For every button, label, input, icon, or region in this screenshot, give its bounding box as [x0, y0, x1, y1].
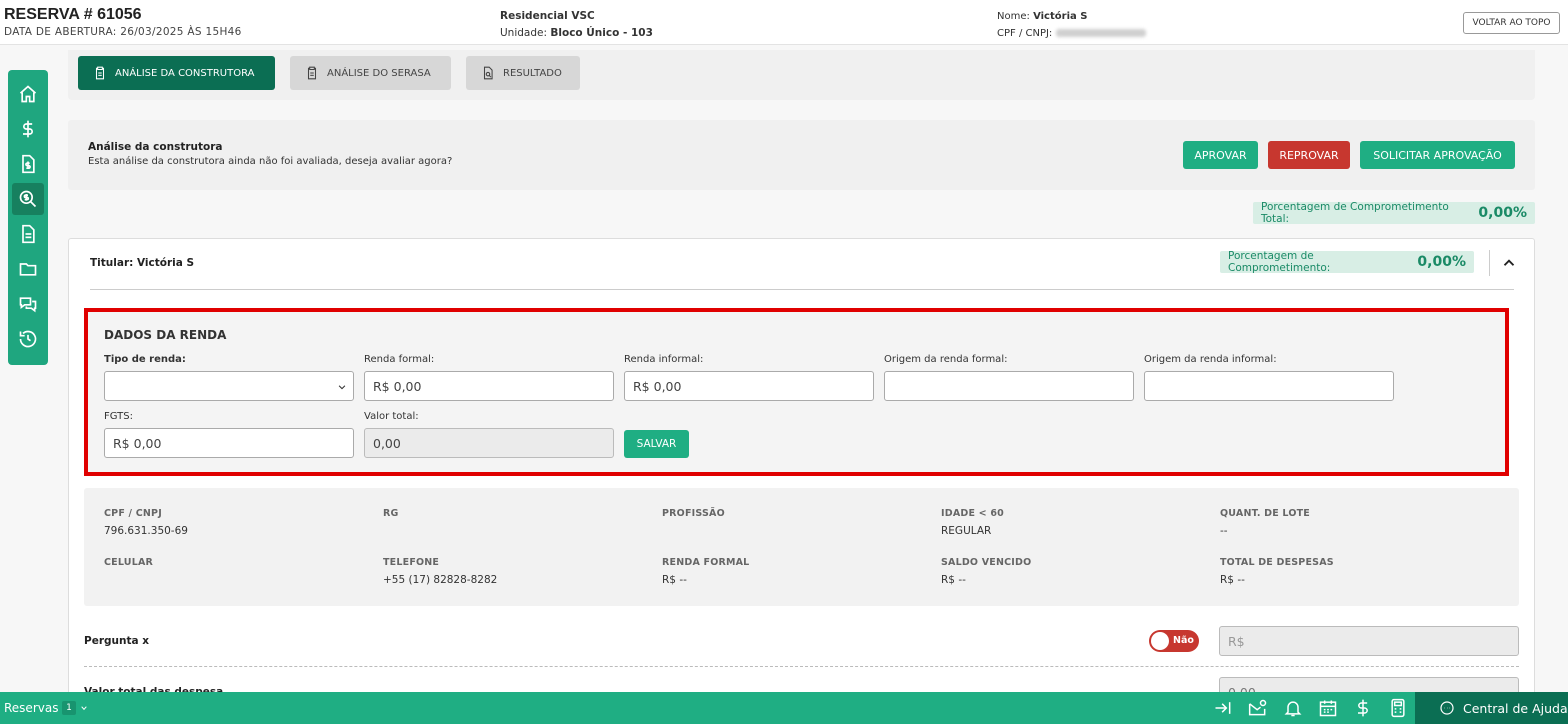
formal-income-input[interactable]: R$ 0,00 [364, 371, 614, 401]
lot-quantity-label: QUANT. DE LOTE [1220, 508, 1310, 519]
formal-income-info-label: RENDA FORMAL [662, 557, 750, 568]
rg-label: RG [383, 508, 399, 519]
request-approval-button[interactable]: SOLICITAR APROVAÇÃO [1360, 141, 1515, 169]
analysis-title: Análise da construtora [88, 141, 223, 153]
empreendimento-name: Residencial VSC [500, 10, 595, 22]
age-label: IDADE < 60 [941, 508, 1004, 519]
chat-bubble-icon [1440, 701, 1454, 715]
document-search-icon [483, 66, 493, 80]
fgts-input[interactable]: R$ 0,00 [104, 428, 354, 458]
tab-analise-construtora[interactable]: ANÁLISE DA CONSTRUTORA [78, 56, 275, 90]
titular-name: Titular: Victória S [90, 257, 195, 269]
reservas-tab[interactable]: Reservas [4, 701, 58, 715]
save-button[interactable]: SALVAR [624, 430, 689, 458]
clipboard-icon [95, 66, 105, 80]
cpf-value: 796.631.350-69 [104, 525, 188, 537]
total-value-input: 0,00 [364, 428, 614, 458]
phone-label: TELEFONE [383, 557, 440, 568]
overdue-balance-value: R$ -- [941, 574, 966, 586]
commitment-badge: Porcentagem de Comprometimento: 0,00% [1220, 250, 1474, 274]
approve-button[interactable]: APROVAR [1183, 141, 1258, 169]
overdue-balance-label: SALDO VENCIDO [941, 557, 1032, 568]
age-value: REGULAR [941, 525, 992, 537]
bottom-bar: Reservas 1 Central de Ajuda [0, 692, 1568, 724]
clipboard-icon [307, 66, 317, 80]
back-to-top-button[interactable]: VOLTAR AO TOPO [1463, 12, 1560, 34]
total-commitment-badge: Porcentagem de Comprometimento Total: 0,… [1253, 201, 1535, 225]
income-type-label: Tipo de renda: [104, 354, 186, 365]
tabs-bar [68, 50, 1535, 100]
lot-quantity-value: -- [1220, 525, 1228, 537]
informal-origin-input[interactable] [1144, 371, 1394, 401]
total-expenses-value: R$ -- [1220, 574, 1245, 586]
question-toggle[interactable]: Não [1149, 630, 1199, 652]
profession-label: PROFISSÃO [662, 508, 725, 519]
divider [84, 666, 1519, 667]
informal-income-label: Renda informal: [624, 354, 704, 365]
chevron-down-icon[interactable] [80, 704, 88, 712]
toggle-label: Não [1173, 635, 1194, 646]
cpf-line: CPF / CNPJ: [997, 25, 1146, 42]
divider [90, 289, 1514, 290]
chevron-down-icon [338, 385, 346, 390]
chat-icon[interactable] [12, 288, 44, 320]
chevron-up-icon[interactable] [1500, 254, 1518, 272]
bell-icon[interactable] [1283, 698, 1303, 718]
formal-income-label: Renda formal: [364, 354, 435, 365]
reject-button[interactable]: REPROVAR [1268, 141, 1350, 169]
top-header: RESERVA # 61056 DATA DE ABERTURA: 26/03/… [0, 0, 1568, 45]
cliente-info: Nome: Victória S CPF / CNPJ: [997, 8, 1146, 42]
calculator-icon[interactable] [1388, 698, 1408, 718]
informal-origin-label: Origem da renda informal: [1144, 354, 1277, 365]
empreendimento-info: Residencial VSC Unidade: Bloco Único - 1… [500, 8, 653, 42]
mobile-label: CELULAR [104, 557, 154, 568]
folder-icon[interactable] [12, 253, 44, 285]
informal-income-input[interactable]: R$ 0,00 [624, 371, 874, 401]
help-center-button[interactable]: Central de Ajuda [1415, 692, 1568, 724]
toggle-knob [1151, 632, 1169, 650]
client-info-panel [84, 488, 1519, 606]
tab-analise-serasa[interactable]: ANÁLISE DO SERASA [290, 56, 451, 90]
formal-income-info-value: R$ -- [662, 574, 687, 586]
home-icon[interactable] [12, 78, 44, 110]
cpf-label: CPF / CNPJ [104, 508, 162, 519]
income-section-title: DADOS DA RENDA [104, 328, 227, 342]
mail-settings-icon[interactable] [1248, 698, 1268, 718]
divider [1489, 250, 1490, 276]
analysis-description: Esta análise da construtora ainda não fo… [88, 156, 453, 167]
total-value-label: Valor total: [364, 411, 419, 422]
question-label: Pergunta x [84, 635, 149, 647]
invoice-icon[interactable] [12, 148, 44, 180]
unidade-line: Unidade: Bloco Único - 103 [500, 27, 653, 39]
document-icon[interactable] [12, 218, 44, 250]
dollar-icon[interactable] [12, 113, 44, 145]
calendar-icon[interactable] [1318, 698, 1338, 718]
phone-value: +55 (17) 82828-8282 [383, 574, 498, 586]
formal-origin-label: Origem da renda formal: [884, 354, 1008, 365]
fgts-label: FGTS: [104, 411, 133, 422]
reserva-title: RESERVA # 61056 [4, 6, 142, 23]
income-type-select[interactable] [104, 371, 354, 401]
financial-search-icon[interactable] [12, 183, 44, 215]
formal-origin-input[interactable] [884, 371, 1134, 401]
tab-resultado[interactable]: RESULTADO [466, 56, 580, 90]
reservas-count: 1 [62, 701, 76, 715]
left-sidebar [8, 70, 48, 365]
question-value-input[interactable]: R$ [1219, 626, 1519, 656]
nome-line: Nome: Victória S [997, 11, 1088, 22]
opening-date: DATA DE ABERTURA: 26/03/2025 ÀS 15H46 [4, 26, 242, 38]
history-icon[interactable] [12, 323, 44, 355]
collapse-right-icon[interactable] [1213, 698, 1233, 718]
dollar-icon[interactable] [1353, 698, 1373, 718]
blurred-cpf [1055, 29, 1146, 37]
total-expenses-label: TOTAL DE DESPESAS [1220, 557, 1334, 568]
